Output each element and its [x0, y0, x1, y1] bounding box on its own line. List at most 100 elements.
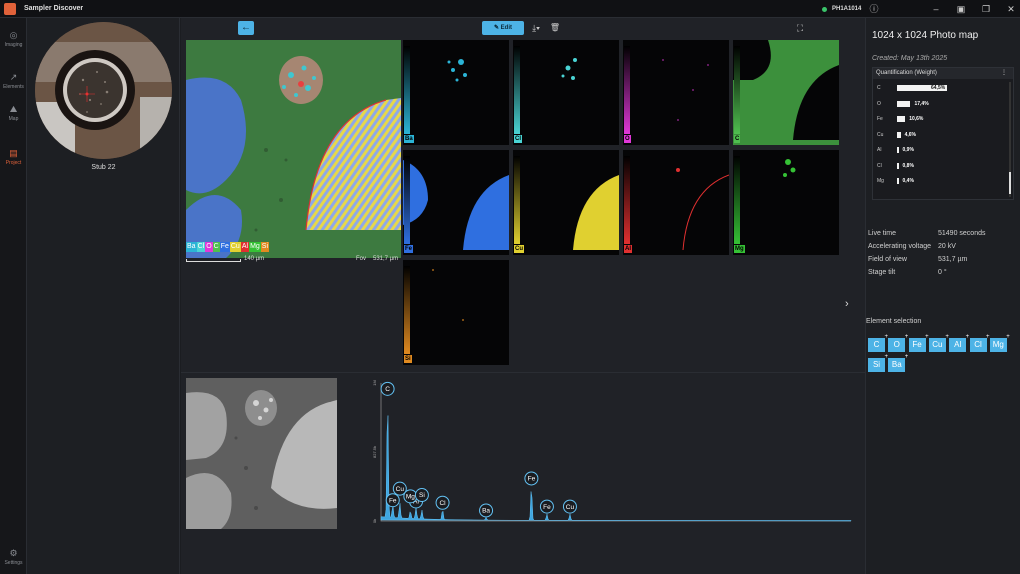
peak-label[interactable]: C [380, 381, 395, 396]
element-map-tile[interactable]: Al [623, 150, 729, 255]
trash-icon[interactable]: 🗑 [549, 21, 561, 35]
quant-bar [897, 131, 901, 138]
element-chip-label: Cu [932, 340, 943, 349]
nav-item-map[interactable]: ⛰ Map [0, 104, 27, 122]
quantification-title: Quantification (Weight) [876, 70, 937, 76]
peak-label[interactable]: Cl [435, 495, 450, 510]
quant-bar [897, 116, 906, 122]
property-key: Field of view [868, 256, 907, 263]
element-label: Si [404, 355, 412, 363]
element-chip-label: Cl [974, 340, 982, 349]
legend-item: C [212, 242, 220, 252]
element-map-image [573, 175, 619, 250]
status-dot-icon [822, 6, 827, 12]
gear-icon: ⚙ [9, 548, 18, 558]
element-map-tile[interactable]: Mg [733, 150, 839, 255]
element-map-tile[interactable]: Fe [403, 150, 509, 255]
nav-item-project[interactable]: ▤ Project [0, 148, 27, 166]
peak-label[interactable]: Si [414, 488, 429, 503]
app-logo-icon [4, 3, 16, 15]
nav-item-settings[interactable]: ⚙ Settings [0, 548, 27, 566]
scrollbar-thumb[interactable] [1009, 172, 1011, 194]
more-icon[interactable]: ⋮ [1001, 68, 1007, 79]
element-legend: Ba Cl O C Fe Cu Al Mg Si [186, 242, 270, 252]
nav-item-imaging[interactable]: ◎ Imaging [0, 30, 27, 48]
intensity-scale [734, 46, 740, 134]
element-map-tile[interactable]: C [733, 40, 839, 145]
add-icon[interactable]: + [1006, 334, 1010, 340]
element-chip[interactable]: Mg + [989, 334, 1010, 352]
peak-label[interactable]: Ba [479, 503, 494, 518]
element-label: Ba [404, 135, 414, 143]
element-map-image [662, 59, 709, 121]
peak-text: Cl [439, 500, 446, 507]
bottom-panel: 1M 827.5k 0k C Fe Cu Al Mg Si Cl Ba Fe Fe Cu [181, 372, 865, 532]
element-chip-label: O [893, 340, 900, 349]
element-map-tile[interactable]: Cu [513, 150, 619, 255]
minimize-button[interactable]: – [930, 3, 942, 15]
element-chip[interactable]: O + [888, 334, 908, 352]
back-button[interactable]: ← [238, 21, 254, 35]
intensity-scale [404, 156, 410, 244]
created-date: Created: May 13th 2025 [872, 55, 948, 62]
add-icon[interactable]: + [905, 354, 909, 360]
fullscreen-icon[interactable]: ⛶ [793, 21, 807, 35]
element-label: Cu [514, 245, 524, 253]
element-chip[interactable]: Cu + [928, 334, 949, 352]
peak-label[interactable]: Fe [385, 493, 400, 508]
quant-row: Fe 10,6% [877, 115, 1007, 123]
property-value: 51490 seconds [938, 230, 986, 237]
composite-map[interactable] [186, 40, 401, 258]
scale-label: 140 µm [244, 256, 265, 262]
spectrum-axis [380, 383, 851, 522]
peak-label[interactable]: Cu [562, 499, 577, 514]
maximize-button[interactable]: ❐ [980, 3, 992, 15]
stub-image[interactable] [35, 22, 172, 159]
element-map-tile[interactable]: Si [403, 260, 509, 365]
download-icon[interactable]: ⤓▾ [529, 21, 543, 35]
map-icon: ⛰ [9, 104, 18, 114]
peak-text: Fe [528, 476, 536, 483]
intensity-scale [514, 156, 520, 244]
element-chip[interactable]: Cl + [969, 334, 990, 352]
close-button[interactable]: ✕ [1005, 3, 1017, 15]
peak-text: Cu [566, 504, 575, 511]
help-icon[interactable]: ⓘ [868, 3, 880, 15]
peak-label[interactable]: Mg [403, 489, 418, 504]
quant-bar [897, 178, 899, 184]
property-value: 0 ° [938, 269, 947, 276]
intensity-scale [514, 46, 520, 134]
nav-item-elements[interactable]: ↗ Elements [0, 72, 27, 90]
element-map-tile[interactable]: O [623, 40, 729, 145]
chevron-right-icon[interactable]: › [845, 298, 849, 310]
quant-percent: 10,6% [909, 116, 924, 122]
peak-label[interactable]: Fe [539, 499, 554, 514]
element-map-tile[interactable]: Ba [403, 40, 509, 145]
quant-percent: 64,5% [931, 85, 946, 91]
spectrum-chart[interactable]: 1M 827.5k 0k C Fe Cu Al Mg Si Cl Ba Fe Fe Cu [371, 373, 861, 533]
element-map-image [561, 58, 577, 80]
element-map-tile[interactable]: Cl [513, 40, 619, 145]
element-chip[interactable]: C + [868, 334, 888, 352]
spectrum-plot: 1M827.5k0kCFeCuAlMg SiClBaFeFe Cu [372, 380, 852, 523]
legend-item: Mg [249, 242, 261, 252]
element-chip[interactable]: Al + [949, 334, 969, 352]
element-chip[interactable]: Fe + [908, 334, 929, 352]
scale-bar [186, 259, 241, 262]
stub-label: Stub 22 [91, 164, 116, 171]
edit-button[interactable]: ✎ Edit [482, 21, 524, 35]
sem-image[interactable] [186, 378, 337, 529]
element-label: O [624, 135, 631, 143]
element-chip[interactable]: Si + [868, 354, 888, 372]
scrollbar[interactable] [1009, 82, 1011, 197]
element-chip-label: Ba [891, 360, 902, 369]
property-key: Live time [868, 230, 897, 237]
quant-element: Fe [877, 116, 883, 122]
legend-item: O [205, 242, 213, 252]
element-map-image [783, 159, 796, 177]
y-tick-label: 827.5k [372, 446, 377, 458]
peak-label[interactable]: Fe [524, 471, 539, 486]
snap-button[interactable]: ▣ [955, 3, 967, 15]
element-chip[interactable]: Ba + [888, 354, 908, 372]
element-chip-label: Mg [992, 340, 1004, 349]
